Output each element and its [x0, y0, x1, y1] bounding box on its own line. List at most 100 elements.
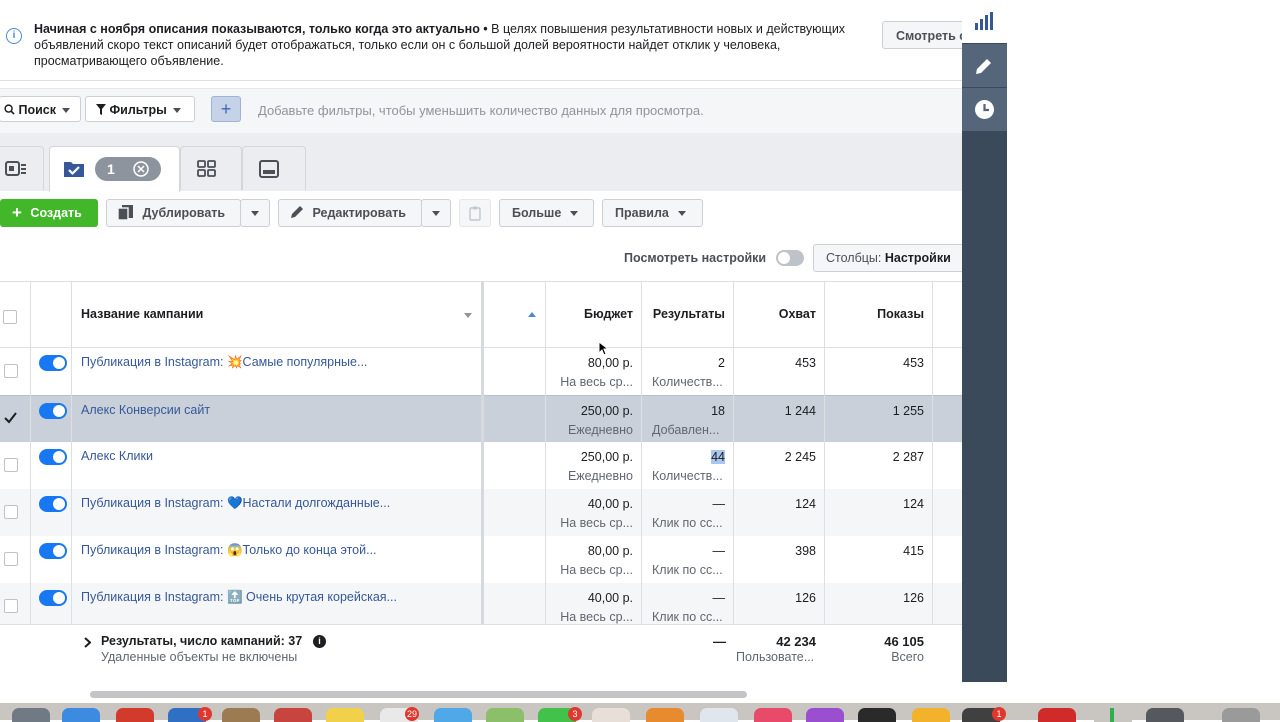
- header-name[interactable]: Название кампании: [72, 282, 482, 348]
- chevron-down-icon: [62, 108, 70, 114]
- column-divider: [545, 282, 546, 624]
- results-type: Добавлен...: [652, 423, 720, 437]
- campaign-status-toggle[interactable]: [39, 543, 67, 559]
- results-value[interactable]: 18: [642, 404, 725, 418]
- plus-icon: +: [12, 203, 22, 222]
- duplicate-dropdown-button[interactable]: [240, 199, 270, 227]
- notice-banner: i Начиная с ноября описания показываются…: [0, 0, 982, 81]
- row-checkbox[interactable]: [4, 364, 18, 378]
- grid-icon: [197, 160, 216, 177]
- filter-hint[interactable]: Добавьте фильтры, чтобы уменьшить количе…: [258, 103, 704, 118]
- tab-campaigns[interactable]: 1: [49, 146, 180, 192]
- results-type: Клик по сс...: [652, 516, 723, 530]
- ad-icon: [259, 160, 279, 178]
- budget-value[interactable]: 40,00 р.: [546, 591, 633, 605]
- campaign-name-link[interactable]: Публикация в Instagram: 💥Самые популярны…: [81, 355, 367, 370]
- layout-list-icon: [5, 161, 26, 176]
- budget-value[interactable]: 250,00 р.: [546, 404, 633, 418]
- clipboard-button[interactable]: [459, 199, 491, 227]
- results-value-text: —: [712, 591, 726, 605]
- search-button[interactable]: Поиск: [0, 96, 81, 122]
- dock-badge: 1: [198, 707, 212, 721]
- more-button[interactable]: Больше: [499, 199, 594, 227]
- select-all-checkbox[interactable]: [3, 310, 17, 324]
- footer-reach-sub: Пользовате...: [736, 650, 815, 664]
- budget-value[interactable]: 40,00 р.: [546, 497, 633, 511]
- results-value[interactable]: —: [642, 544, 726, 558]
- header-reach-label: Охват: [778, 307, 816, 321]
- campaign-status-toggle[interactable]: [39, 355, 67, 371]
- header-impressions[interactable]: Показы: [825, 282, 933, 348]
- campaign-status-toggle[interactable]: [39, 449, 67, 465]
- chevron-right-icon[interactable]: [84, 637, 91, 648]
- results-type: Количеств...: [652, 375, 723, 389]
- campaign-status-toggle[interactable]: [39, 590, 67, 606]
- campaign-name-link[interactable]: Публикация в Instagram: 🔝 Очень крутая к…: [81, 590, 397, 605]
- budget-type: Ежедневно: [567, 469, 633, 483]
- campaign-status-toggle[interactable]: [39, 403, 67, 419]
- results-value[interactable]: 44: [642, 450, 725, 464]
- create-button[interactable]: + Создать: [0, 199, 98, 227]
- columns-button[interactable]: Столбцы: Настройки: [813, 244, 973, 272]
- pencil-icon: [976, 59, 991, 74]
- clear-selection-icon[interactable]: [133, 161, 149, 177]
- duplicate-button[interactable]: Дублировать: [106, 199, 241, 227]
- filters-label: Фильтры: [109, 103, 167, 117]
- budget-type: На весь ср...: [560, 563, 633, 577]
- filters-button[interactable]: Фильтры: [85, 96, 195, 122]
- edit-dropdown-button[interactable]: [421, 199, 451, 227]
- row-checkbox[interactable]: [4, 599, 18, 613]
- toggle-knob: [778, 252, 790, 264]
- tab-account-overview[interactable]: [0, 146, 44, 190]
- campaign-name-link[interactable]: Алекс Конверсии сайт: [81, 403, 210, 417]
- impressions-value: 415: [903, 544, 924, 558]
- impressions-value: 126: [903, 591, 924, 605]
- campaign-name-link[interactable]: Публикация в Instagram: 💙Настали долгожд…: [81, 496, 390, 511]
- budget-value[interactable]: 80,00 р.: [546, 544, 633, 558]
- campaign-status-toggle[interactable]: [39, 496, 67, 512]
- results-value[interactable]: —: [642, 497, 726, 511]
- campaign-name-link[interactable]: Публикация в Instagram: 😱Только до конца…: [81, 543, 377, 558]
- rules-button[interactable]: Правила: [602, 199, 703, 227]
- funnel-icon: [96, 104, 106, 115]
- results-value-text: —: [712, 497, 726, 511]
- header-budget[interactable]: Бюджет: [545, 282, 642, 348]
- columns-prefix: Столбцы:: [826, 251, 882, 265]
- rules-label: Правила: [615, 206, 669, 220]
- row-checkbox[interactable]: [4, 458, 18, 472]
- budget-value[interactable]: 80,00 р.: [546, 356, 633, 370]
- results-value-text: —: [712, 544, 726, 558]
- right-sidebar: [962, 0, 1007, 682]
- row-checkbox[interactable]: [4, 505, 18, 519]
- sidebar-item-reports[interactable]: [962, 0, 1007, 43]
- budget-type: Ежедневно: [567, 423, 633, 437]
- sort-up-icon[interactable]: [528, 312, 536, 317]
- clock-icon: [975, 100, 994, 119]
- add-filter-button[interactable]: +: [211, 96, 241, 122]
- results-value[interactable]: —: [642, 591, 726, 605]
- tab-ad-sets[interactable]: [180, 146, 242, 190]
- edit-button[interactable]: Редактировать: [278, 199, 422, 227]
- info-icon[interactable]: i: [313, 635, 326, 648]
- selected-count-pill[interactable]: 1: [95, 157, 161, 181]
- header-reach[interactable]: Охват: [734, 282, 825, 348]
- campaign-name-link[interactable]: Алекс Клики: [81, 449, 153, 463]
- table-footer: Результаты, число кампаний: 37 i Удаленн…: [0, 624, 962, 691]
- duplicate-label: Дублировать: [142, 206, 226, 220]
- row-checkbox[interactable]: [4, 412, 17, 424]
- row-checkbox[interactable]: [4, 552, 18, 566]
- impressions-value: 453: [903, 356, 924, 370]
- sidebar-item-edit[interactable]: [962, 44, 1007, 87]
- sidebar-item-history[interactable]: [962, 88, 1007, 131]
- results-value[interactable]: 2: [642, 356, 725, 370]
- header-budget-label: Бюджет: [583, 307, 633, 321]
- horizontal-scrollbar[interactable]: [90, 691, 747, 698]
- header-results[interactable]: Результаты: [642, 282, 734, 348]
- budget-value[interactable]: 250,00 р.: [546, 450, 633, 464]
- view-settings-toggle[interactable]: [776, 250, 804, 266]
- impressions-value: 2 287: [892, 450, 924, 464]
- tab-ads[interactable]: [242, 146, 306, 190]
- columns-value: Настройки: [884, 251, 951, 265]
- campaigns-table: Название кампании Бюджет Результаты Охва…: [0, 281, 962, 691]
- create-label: Создать: [30, 206, 82, 220]
